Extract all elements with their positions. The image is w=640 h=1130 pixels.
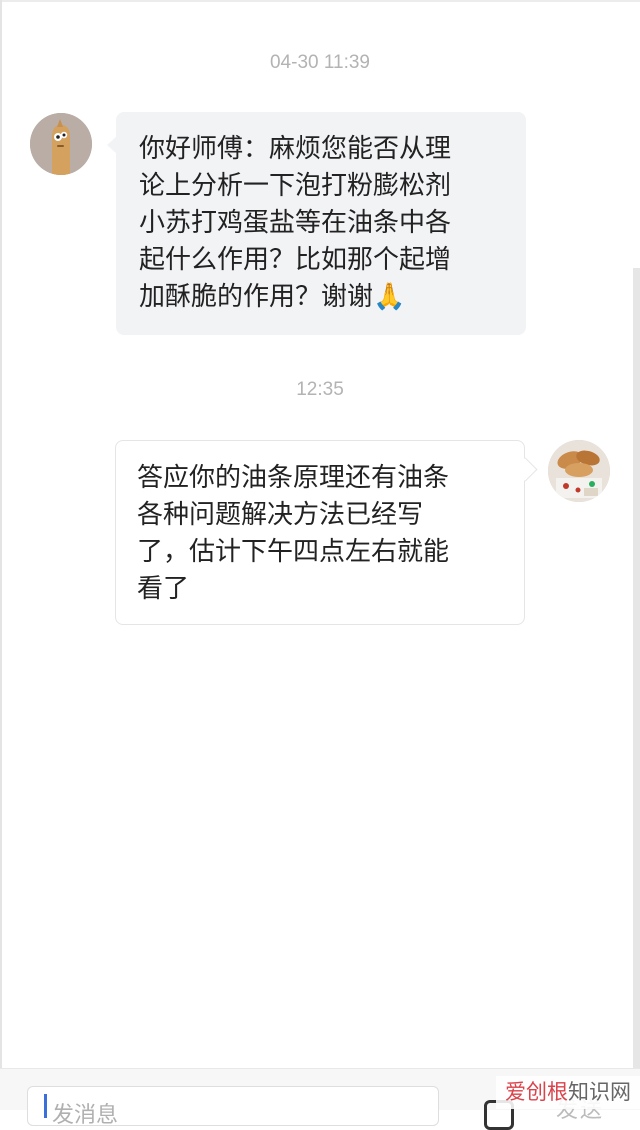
message-timestamp: 12:35 [296, 379, 344, 400]
message-text-line: 各种问题解决方法已经写 [137, 500, 424, 530]
message-text-line: 了，估计下午四点左右就能 [137, 537, 450, 567]
watermark-part: 爱创根 [505, 1080, 568, 1104]
left-border [0, 0, 2, 1109]
watermark-part: 知识网 [568, 1080, 631, 1104]
message-timestamp: 04-30 11:39 [269, 52, 370, 73]
text-cursor [44, 1094, 47, 1118]
incoming-message-bubble[interactable]: 你好师傅：麻烦您能否从理 论上分析一下泡打粉膨松剂 小苏打鸡蛋盐等在油条中各 起… [107, 112, 526, 335]
message-text-line: 加酥脆的作用？谢谢🙏 [139, 279, 504, 316]
message-text-segment: 加酥脆的作用？谢谢 [139, 282, 374, 312]
cartoon-avatar-icon [30, 113, 92, 175]
contact-avatar[interactable] [30, 113, 92, 175]
message-text-line: 起什么作用？比如那个起增 [139, 245, 452, 275]
message-input[interactable]: 发消息 [27, 1086, 439, 1128]
food-photo-avatar-icon [548, 440, 610, 502]
watermark: 爱创根知识网 [496, 1076, 640, 1109]
user-avatar[interactable] [548, 440, 610, 502]
message-text-line: 你好师傅：麻烦您能否从理 [139, 134, 452, 164]
message-text-line: 论上分析一下泡打粉膨松剂 [139, 171, 452, 201]
message-text-line: 看了 [137, 574, 190, 604]
message-text-line: 小苏打鸡蛋盐等在油条中各 [139, 208, 452, 238]
praying-hands-emoji-icon: 🙏 [373, 282, 406, 312]
message-text-line: 答应你的油条原理还有油条 [137, 463, 450, 493]
outgoing-message-bubble[interactable]: 答应你的油条原理还有油条 各种问题解决方法已经写 了，估计下午四点左右就能 看了 [115, 440, 525, 625]
header-divider [0, 0, 640, 2]
